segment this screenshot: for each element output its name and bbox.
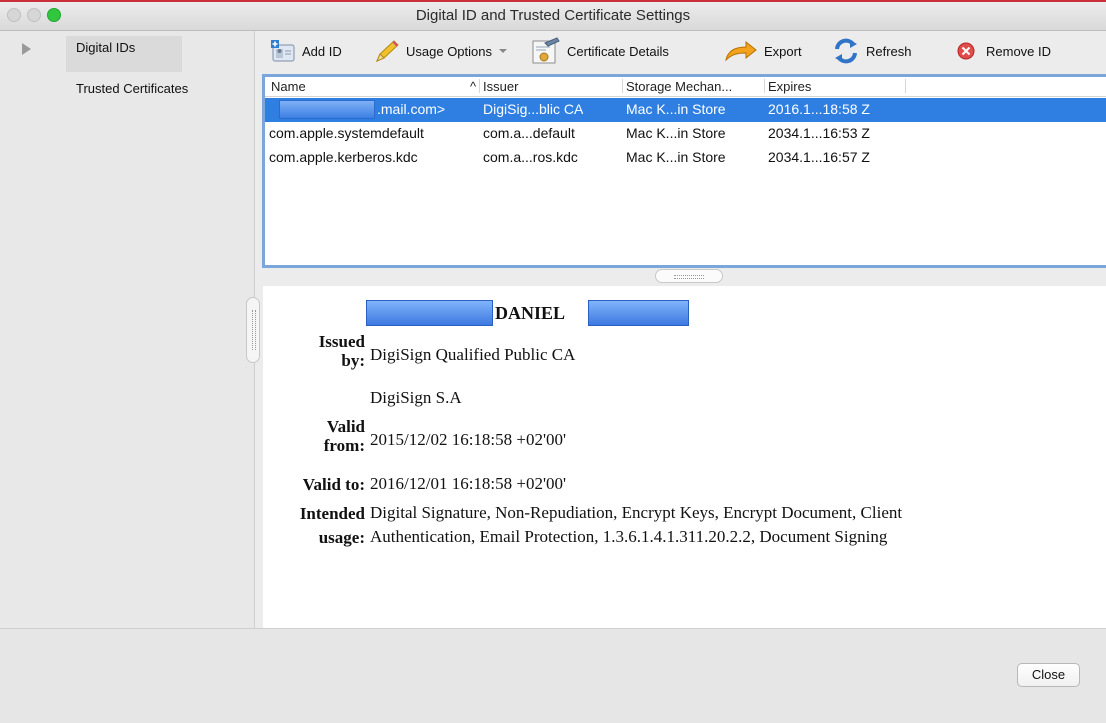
row-name: .mail.com> xyxy=(377,101,446,117)
row-issuer: com.a...ros.kdc xyxy=(483,149,578,165)
row-storage: Mac K...in Store xyxy=(626,125,726,141)
add-id-button[interactable]: Add ID xyxy=(270,37,342,65)
certificate-details-panel: DANIEL Issued by: DigiSign Qualified Pub… xyxy=(263,286,1106,628)
issued-by-value: DigiSign Qualified Public CA xyxy=(370,345,576,364)
refresh-label: Refresh xyxy=(866,43,912,59)
table-header: Name ^ Issuer Storage Mechan... Expires xyxy=(265,77,1106,97)
column-header-issuer[interactable]: Issuer xyxy=(483,79,619,94)
column-divider[interactable] xyxy=(622,79,623,93)
issued-by-label: Issued by: xyxy=(318,332,365,370)
export-button[interactable]: Export xyxy=(724,37,802,65)
disclosure-triangle-icon[interactable] xyxy=(22,43,31,55)
digital-id-table[interactable]: Name ^ Issuer Storage Mechan... Expires … xyxy=(262,74,1106,268)
certificate-icon xyxy=(531,37,561,65)
certificate-details-label: Certificate Details xyxy=(567,43,669,59)
redaction-box xyxy=(588,300,689,326)
row-name: com.apple.kerberos.kdc xyxy=(269,149,418,165)
valid-from-value: 2015/12/02 16:18:58 +02'00' xyxy=(370,430,567,449)
row-storage: Mac K...in Store xyxy=(626,149,726,165)
vertical-split-handle[interactable] xyxy=(246,297,260,363)
table-row[interactable]: com.apple.systemdefault com.a...default … xyxy=(265,122,1106,146)
title-bar: Digital ID and Trusted Certificate Setti… xyxy=(0,0,1106,31)
export-arrow-icon xyxy=(724,40,758,62)
certificate-settings-window: Digital ID and Trusted Certificate Setti… xyxy=(0,0,1106,723)
redaction-box xyxy=(366,300,493,326)
valid-from-label: Valid from: xyxy=(323,417,365,455)
redaction-box xyxy=(279,100,375,119)
intended-usage-label: Intended usage: xyxy=(299,504,365,547)
remove-id-button[interactable]: Remove ID xyxy=(956,37,1051,65)
usage-options-menu[interactable]: Usage Options xyxy=(374,37,508,65)
valid-to-label: Valid to: xyxy=(302,475,365,494)
close-button[interactable]: Close xyxy=(1017,663,1080,687)
valid-to-value: 2016/12/01 16:18:58 +02'00' xyxy=(370,474,567,493)
intended-usage-line-1: Digital Signature, Non-Repudiation, Encr… xyxy=(370,503,903,522)
column-header-expires[interactable]: Expires xyxy=(768,79,904,94)
organization-value: DigiSign S.A xyxy=(370,388,462,407)
export-label: Export xyxy=(764,43,802,59)
toolbar: Add ID Usage Options Certificate Details… xyxy=(262,33,1106,67)
column-divider[interactable] xyxy=(764,79,765,93)
add-id-icon xyxy=(270,39,296,63)
bottom-bar xyxy=(0,628,1106,723)
window-title: Digital ID and Trusted Certificate Setti… xyxy=(415,7,691,24)
refresh-icon xyxy=(832,38,860,64)
refresh-button[interactable]: Refresh xyxy=(832,37,912,65)
row-issuer: DigiSig...blic CA xyxy=(483,101,584,117)
dropdown-chevron-icon xyxy=(498,47,508,55)
sidebar-item-label: Trusted Certificates xyxy=(76,81,189,96)
horizontal-split-handle[interactable] xyxy=(655,269,723,283)
sidebar: Digital IDs Trusted Certificates xyxy=(0,31,255,628)
column-divider[interactable] xyxy=(479,79,480,93)
row-expires: 2034.1...16:57 Z xyxy=(768,149,870,165)
sort-ascending-icon: ^ xyxy=(470,79,477,94)
subject-name: DANIEL xyxy=(495,303,566,323)
remove-icon xyxy=(956,41,976,61)
sidebar-item-trusted-certificates[interactable]: Trusted Certificates xyxy=(66,77,198,100)
pencil-icon xyxy=(374,39,400,63)
row-expires: 2016.1...18:58 Z xyxy=(768,101,870,117)
add-id-label: Add ID xyxy=(302,43,342,59)
column-header-storage[interactable]: Storage Mechan... xyxy=(626,79,762,94)
sidebar-item-digital-ids[interactable]: Digital IDs xyxy=(66,36,182,72)
sidebar-item-label: Digital IDs xyxy=(76,40,136,55)
certificate-details-button[interactable]: Certificate Details xyxy=(531,37,669,65)
column-header-name[interactable]: Name xyxy=(271,79,471,94)
remove-id-label: Remove ID xyxy=(986,43,1052,59)
table-row[interactable]: .mail.com> DigiSig...blic CA Mac K...in … xyxy=(265,98,1106,122)
row-name: com.apple.systemdefault xyxy=(269,125,424,141)
column-divider[interactable] xyxy=(905,79,906,93)
row-expires: 2034.1...16:53 Z xyxy=(768,125,870,141)
table-row[interactable]: com.apple.kerberos.kdc com.a...ros.kdc M… xyxy=(265,146,1106,170)
intended-usage-line-2: Authentication, Email Protection, 1.3.6.… xyxy=(370,527,888,546)
row-storage: Mac K...in Store xyxy=(626,101,726,117)
row-issuer: com.a...default xyxy=(483,125,575,141)
usage-options-label: Usage Options xyxy=(406,43,492,59)
